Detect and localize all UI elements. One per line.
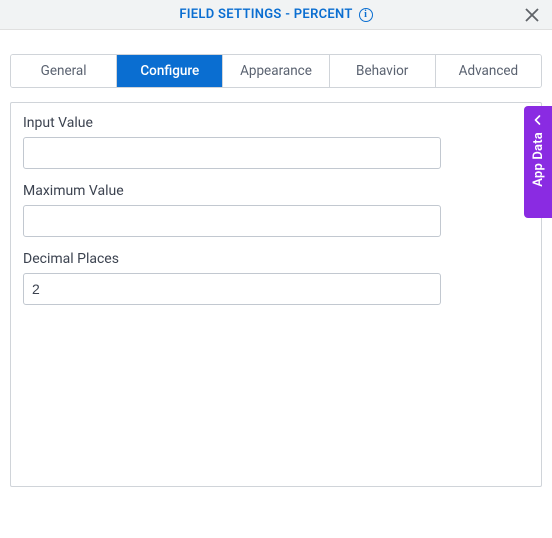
close-icon: [525, 8, 539, 22]
dialog-header: FIELD SETTINGS - PERCENT i: [0, 0, 552, 30]
tab-behavior[interactable]: Behavior: [330, 55, 436, 87]
close-button[interactable]: [522, 5, 542, 25]
input-maximum-value[interactable]: [23, 205, 441, 237]
input-input-value[interactable]: [23, 137, 441, 169]
tab-general[interactable]: General: [11, 55, 117, 87]
dialog-title-wrap: FIELD SETTINGS - PERCENT i: [179, 7, 372, 22]
tab-appearance[interactable]: Appearance: [223, 55, 329, 87]
field-maximum-value: Maximum Value: [23, 183, 529, 237]
info-icon[interactable]: i: [359, 8, 373, 22]
dialog-title: FIELD SETTINGS - PERCENT: [179, 7, 352, 22]
tab-bar: General Configure Appearance Behavior Ad…: [10, 54, 542, 88]
chevron-left-icon: [533, 114, 543, 128]
app-data-label: App Data: [531, 132, 546, 187]
label-maximum-value: Maximum Value: [23, 183, 529, 199]
field-decimal-places: Decimal Places: [23, 251, 529, 305]
content-area: General Configure Appearance Behavior Ad…: [0, 30, 552, 499]
label-decimal-places: Decimal Places: [23, 251, 529, 267]
configure-panel: Input Value Maximum Value Decimal Places: [10, 102, 542, 487]
app-data-toggle[interactable]: App Data: [524, 106, 552, 218]
tab-configure[interactable]: Configure: [117, 55, 223, 87]
label-input-value: Input Value: [23, 115, 529, 131]
field-input-value: Input Value: [23, 115, 529, 169]
tab-advanced[interactable]: Advanced: [436, 55, 541, 87]
input-decimal-places[interactable]: [23, 273, 441, 305]
